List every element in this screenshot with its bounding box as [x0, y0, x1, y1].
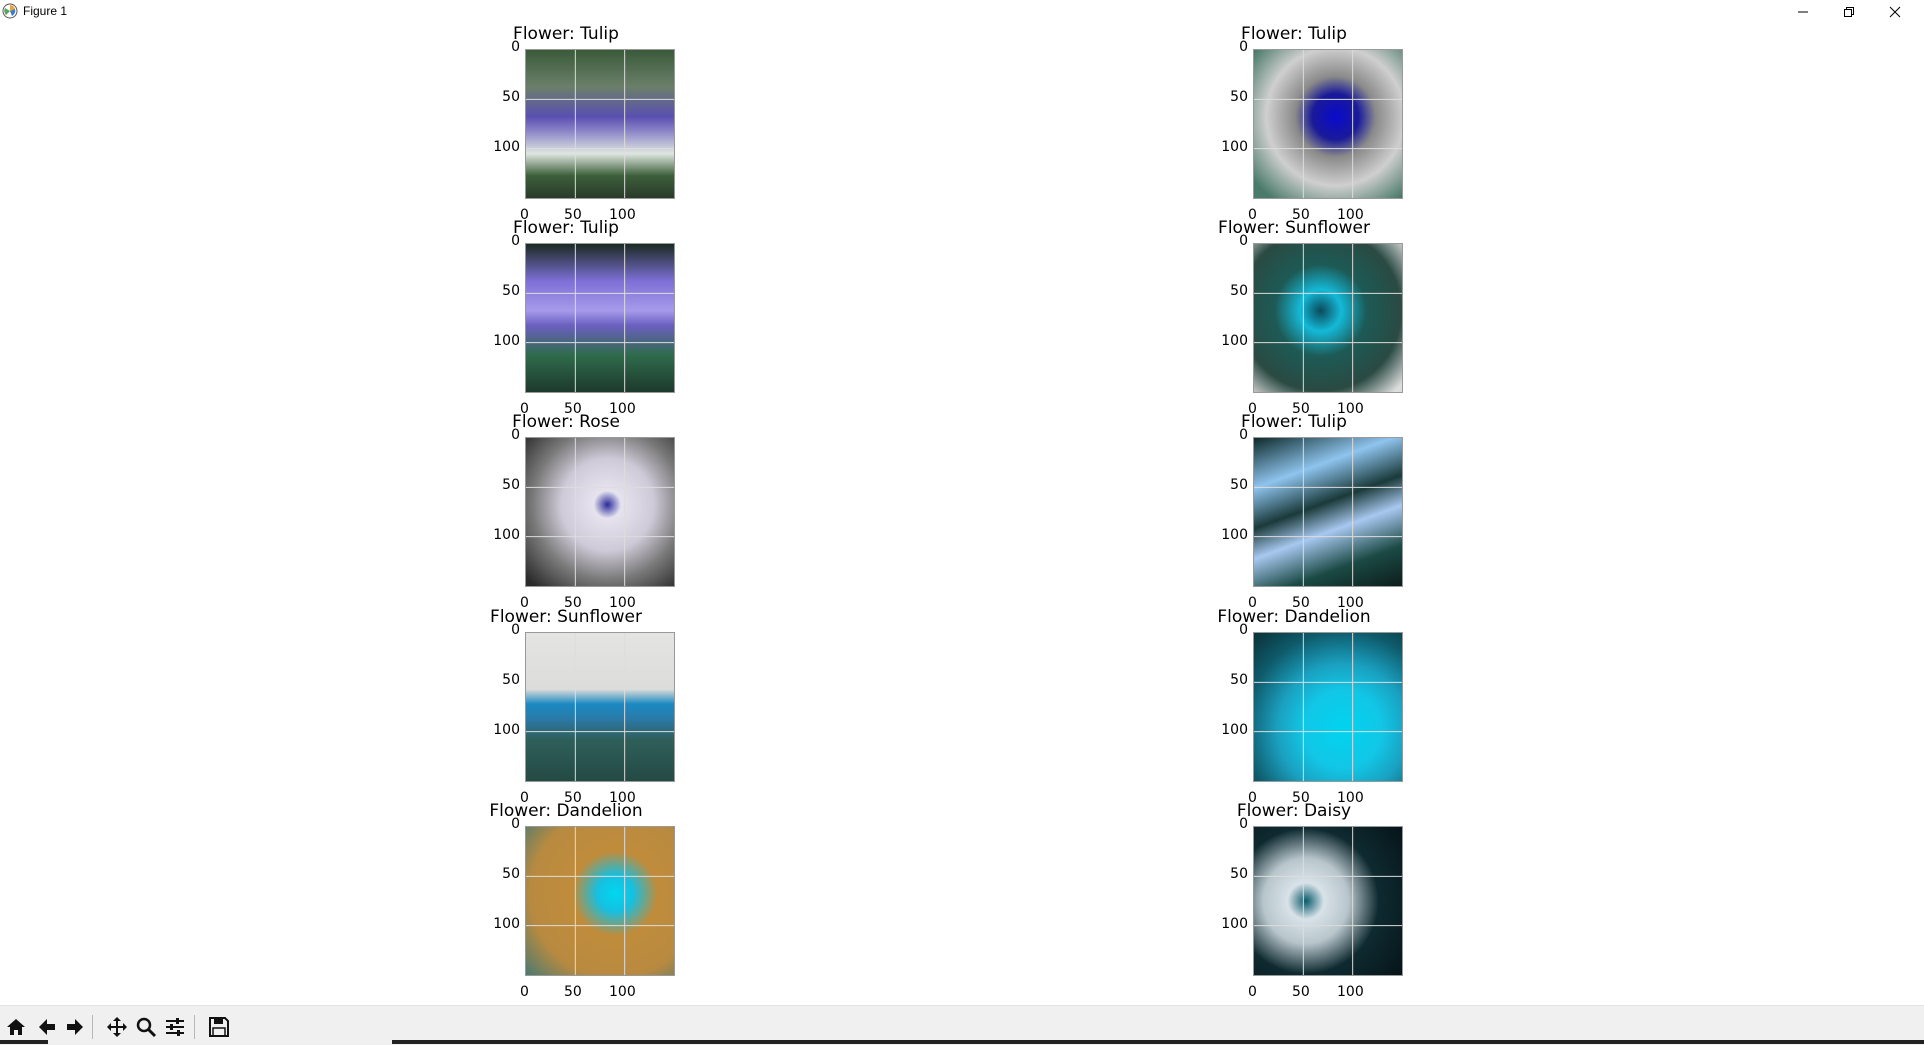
navigation-toolbar [0, 1005, 1924, 1045]
zoom-icon [136, 1017, 157, 1038]
flower-image [525, 243, 675, 393]
taskbar-indicator [0, 1040, 48, 1044]
subplot-6: Flower: Tulip 0 50 100 0 50 100 [1184, 412, 1404, 612]
home-button[interactable] [3, 1014, 29, 1040]
y-tick-label: 50 [502, 89, 520, 105]
restore-icon [1844, 7, 1854, 17]
subplot-7: Flower: Sunflower 0 50 100 0 50 100 [456, 607, 676, 807]
back-button[interactable] [34, 1014, 60, 1040]
save-button[interactable] [206, 1014, 232, 1040]
restore-button[interactable] [1826, 0, 1872, 24]
save-icon [209, 1017, 229, 1037]
subplot-8: Flower: Dandelion 0 50 100 0 50 100 [1184, 607, 1404, 807]
y-tick-label: 100 [1221, 916, 1248, 932]
x-tick-label: 0 [520, 984, 529, 1000]
toolbar-separator [194, 1015, 195, 1039]
y-tick-label: 50 [502, 283, 520, 299]
y-tick-label: 0 [1239, 816, 1248, 832]
y-tick-label: 0 [1239, 622, 1248, 638]
y-tick-label: 100 [1221, 527, 1248, 543]
y-tick-label: 100 [1221, 139, 1248, 155]
y-tick-label: 0 [1239, 233, 1248, 249]
y-tick-label: 50 [1230, 477, 1248, 493]
flower-image [525, 437, 675, 587]
flower-image [1253, 437, 1403, 587]
zoom-button[interactable] [133, 1014, 159, 1040]
flower-image [1253, 632, 1403, 782]
x-tick-label: 100 [1337, 984, 1364, 1000]
y-tick-label: 100 [493, 139, 520, 155]
y-tick-label: 100 [493, 527, 520, 543]
x-tick-label: 50 [564, 984, 582, 1000]
x-tick-label: 0 [1248, 984, 1257, 1000]
y-tick-label: 100 [493, 333, 520, 349]
configure-subplots-icon [166, 1018, 184, 1036]
minimize-button[interactable] [1780, 0, 1826, 24]
y-tick-label: 0 [1239, 39, 1248, 55]
taskbar-strip [392, 1040, 1924, 1044]
x-tick-label: 50 [1292, 984, 1310, 1000]
y-tick-label: 0 [511, 39, 520, 55]
y-tick-label: 0 [511, 622, 520, 638]
subplot-3: Flower: Tulip 0 50 100 0 50 100 [456, 218, 676, 418]
x-tick-label: 100 [609, 984, 636, 1000]
y-tick-label: 50 [1230, 866, 1248, 882]
y-tick-label: 50 [1230, 89, 1248, 105]
figure-canvas[interactable]: Flower: Tulip 0 50 100 0 50 100 Flower: … [0, 24, 1924, 1004]
y-tick-label: 50 [502, 477, 520, 493]
close-icon [1889, 6, 1901, 18]
flower-image [525, 826, 675, 976]
subplot-2: Flower: Tulip 0 50 100 0 50 100 [1184, 24, 1404, 224]
y-tick-label: 50 [502, 866, 520, 882]
subplot-4: Flower: Sunflower 0 50 100 0 50 100 [1184, 218, 1404, 418]
y-tick-label: 50 [1230, 672, 1248, 688]
flower-image [525, 632, 675, 782]
y-tick-label: 0 [511, 816, 520, 832]
subplot-9: Flower: Dandelion 0 50 100 0 50 100 [456, 801, 676, 1001]
home-icon [7, 1019, 25, 1035]
y-tick-label: 50 [502, 672, 520, 688]
y-tick-label: 0 [511, 233, 520, 249]
y-tick-label: 100 [493, 916, 520, 932]
forward-button[interactable] [62, 1014, 88, 1040]
subplot-10: Flower: Daisy 0 50 100 0 50 100 [1184, 801, 1404, 1001]
window-title: Figure 1 [23, 4, 68, 18]
flower-image [525, 49, 675, 199]
subplot-5: Flower: Rose 0 50 100 0 50 100 [456, 412, 676, 612]
y-tick-label: 100 [493, 722, 520, 738]
pan-icon [107, 1017, 127, 1037]
forward-icon [67, 1019, 83, 1035]
window-titlebar[interactable]: Figure 1 [0, 0, 1924, 24]
pan-button[interactable] [104, 1014, 130, 1040]
flower-image [1253, 826, 1403, 976]
back-icon [39, 1019, 55, 1035]
subplot-1: Flower: Tulip 0 50 100 0 50 100 [456, 24, 676, 224]
y-tick-label: 0 [511, 427, 520, 443]
flower-image [1253, 49, 1403, 199]
flower-image [1253, 243, 1403, 393]
minimize-icon [1798, 11, 1808, 13]
y-tick-label: 100 [1221, 722, 1248, 738]
y-tick-label: 0 [1239, 427, 1248, 443]
close-button[interactable] [1872, 0, 1918, 24]
y-tick-label: 100 [1221, 333, 1248, 349]
configure-subplots-button[interactable] [162, 1014, 188, 1040]
app-icon [2, 3, 18, 19]
y-tick-label: 50 [1230, 283, 1248, 299]
toolbar-separator [92, 1015, 93, 1039]
